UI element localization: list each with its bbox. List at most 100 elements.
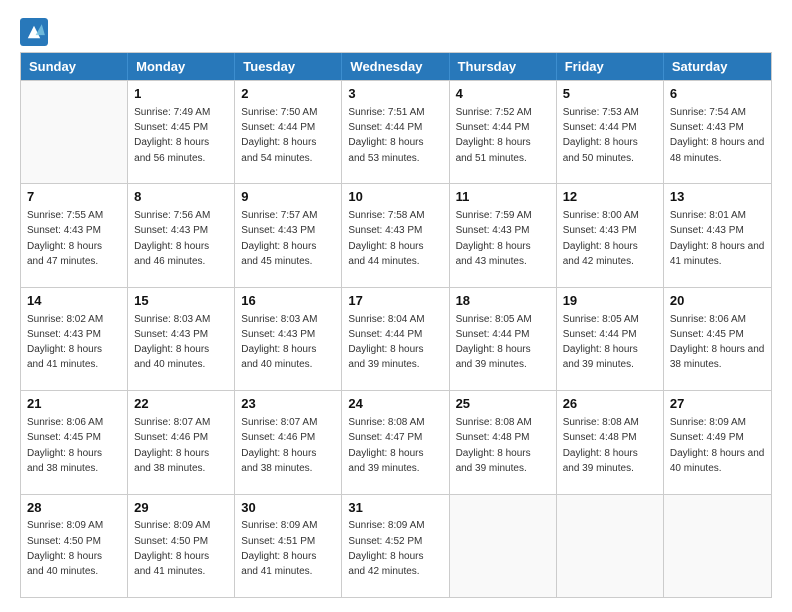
day-number: 8: [134, 188, 228, 207]
day-cell-18: 18 Sunrise: 8:05 AMSunset: 4:44 PMDaylig…: [450, 288, 557, 390]
header-day-thursday: Thursday: [450, 53, 557, 80]
day-cell-10: 10 Sunrise: 7:58 AMSunset: 4:43 PMDaylig…: [342, 184, 449, 286]
day-number: 20: [670, 292, 765, 311]
day-cell-31: 31 Sunrise: 8:09 AMSunset: 4:52 PMDaylig…: [342, 495, 449, 597]
day-cell-26: 26 Sunrise: 8:08 AMSunset: 4:48 PMDaylig…: [557, 391, 664, 493]
day-cell-5: 5 Sunrise: 7:53 AMSunset: 4:44 PMDayligh…: [557, 81, 664, 183]
cell-info: Sunrise: 8:08 AMSunset: 4:48 PMDaylight:…: [456, 417, 532, 474]
day-cell-28: 28 Sunrise: 8:09 AMSunset: 4:50 PMDaylig…: [21, 495, 128, 597]
day-number: 17: [348, 292, 442, 311]
cell-info: Sunrise: 8:06 AMSunset: 4:45 PMDaylight:…: [670, 314, 765, 371]
day-cell-1: 1 Sunrise: 7:49 AMSunset: 4:45 PMDayligh…: [128, 81, 235, 183]
day-number: 21: [27, 395, 121, 414]
cell-info: Sunrise: 8:04 AMSunset: 4:44 PMDaylight:…: [348, 314, 424, 371]
day-number: 1: [134, 85, 228, 104]
cell-info: Sunrise: 8:09 AMSunset: 4:52 PMDaylight:…: [348, 520, 424, 577]
cell-info: Sunrise: 8:03 AMSunset: 4:43 PMDaylight:…: [134, 314, 210, 371]
cell-info: Sunrise: 8:02 AMSunset: 4:43 PMDaylight:…: [27, 314, 103, 371]
day-number: 23: [241, 395, 335, 414]
week-row-1: 1 Sunrise: 7:49 AMSunset: 4:45 PMDayligh…: [21, 80, 771, 183]
day-cell-30: 30 Sunrise: 8:09 AMSunset: 4:51 PMDaylig…: [235, 495, 342, 597]
day-cell-19: 19 Sunrise: 8:05 AMSunset: 4:44 PMDaylig…: [557, 288, 664, 390]
header-day-monday: Monday: [128, 53, 235, 80]
cell-info: Sunrise: 7:52 AMSunset: 4:44 PMDaylight:…: [456, 107, 532, 164]
day-cell-29: 29 Sunrise: 8:09 AMSunset: 4:50 PMDaylig…: [128, 495, 235, 597]
day-cell-12: 12 Sunrise: 8:00 AMSunset: 4:43 PMDaylig…: [557, 184, 664, 286]
logo: [20, 18, 52, 46]
day-number: 22: [134, 395, 228, 414]
day-cell-4: 4 Sunrise: 7:52 AMSunset: 4:44 PMDayligh…: [450, 81, 557, 183]
calendar-header: SundayMondayTuesdayWednesdayThursdayFrid…: [21, 53, 771, 80]
cell-info: Sunrise: 7:56 AMSunset: 4:43 PMDaylight:…: [134, 210, 210, 267]
cell-info: Sunrise: 7:54 AMSunset: 4:43 PMDaylight:…: [670, 107, 765, 164]
day-number: 10: [348, 188, 442, 207]
day-cell-27: 27 Sunrise: 8:09 AMSunset: 4:49 PMDaylig…: [664, 391, 771, 493]
day-number: 31: [348, 499, 442, 518]
day-cell-2: 2 Sunrise: 7:50 AMSunset: 4:44 PMDayligh…: [235, 81, 342, 183]
day-cell-11: 11 Sunrise: 7:59 AMSunset: 4:43 PMDaylig…: [450, 184, 557, 286]
cell-info: Sunrise: 8:06 AMSunset: 4:45 PMDaylight:…: [27, 417, 103, 474]
day-number: 24: [348, 395, 442, 414]
day-cell-23: 23 Sunrise: 8:07 AMSunset: 4:46 PMDaylig…: [235, 391, 342, 493]
day-number: 14: [27, 292, 121, 311]
week-row-4: 21 Sunrise: 8:06 AMSunset: 4:45 PMDaylig…: [21, 390, 771, 493]
day-cell-7: 7 Sunrise: 7:55 AMSunset: 4:43 PMDayligh…: [21, 184, 128, 286]
day-number: 18: [456, 292, 550, 311]
cell-info: Sunrise: 8:07 AMSunset: 4:46 PMDaylight:…: [134, 417, 210, 474]
cell-info: Sunrise: 7:51 AMSunset: 4:44 PMDaylight:…: [348, 107, 424, 164]
page: SundayMondayTuesdayWednesdayThursdayFrid…: [0, 0, 792, 612]
day-number: 3: [348, 85, 442, 104]
empty-cell: [664, 495, 771, 597]
cell-info: Sunrise: 7:57 AMSunset: 4:43 PMDaylight:…: [241, 210, 317, 267]
cell-info: Sunrise: 7:50 AMSunset: 4:44 PMDaylight:…: [241, 107, 317, 164]
cell-info: Sunrise: 7:49 AMSunset: 4:45 PMDaylight:…: [134, 107, 210, 164]
day-cell-21: 21 Sunrise: 8:06 AMSunset: 4:45 PMDaylig…: [21, 391, 128, 493]
day-number: 16: [241, 292, 335, 311]
cell-info: Sunrise: 8:03 AMSunset: 4:43 PMDaylight:…: [241, 314, 317, 371]
day-cell-13: 13 Sunrise: 8:01 AMSunset: 4:43 PMDaylig…: [664, 184, 771, 286]
cell-info: Sunrise: 7:59 AMSunset: 4:43 PMDaylight:…: [456, 210, 532, 267]
day-cell-24: 24 Sunrise: 8:08 AMSunset: 4:47 PMDaylig…: [342, 391, 449, 493]
cell-info: Sunrise: 8:00 AMSunset: 4:43 PMDaylight:…: [563, 210, 639, 267]
empty-cell: [557, 495, 664, 597]
header-day-sunday: Sunday: [21, 53, 128, 80]
day-number: 29: [134, 499, 228, 518]
day-cell-15: 15 Sunrise: 8:03 AMSunset: 4:43 PMDaylig…: [128, 288, 235, 390]
week-row-2: 7 Sunrise: 7:55 AMSunset: 4:43 PMDayligh…: [21, 183, 771, 286]
day-cell-22: 22 Sunrise: 8:07 AMSunset: 4:46 PMDaylig…: [128, 391, 235, 493]
day-number: 30: [241, 499, 335, 518]
cell-info: Sunrise: 8:09 AMSunset: 4:50 PMDaylight:…: [27, 520, 103, 577]
cell-info: Sunrise: 7:55 AMSunset: 4:43 PMDaylight:…: [27, 210, 103, 267]
day-number: 5: [563, 85, 657, 104]
cell-info: Sunrise: 7:58 AMSunset: 4:43 PMDaylight:…: [348, 210, 424, 267]
day-cell-17: 17 Sunrise: 8:04 AMSunset: 4:44 PMDaylig…: [342, 288, 449, 390]
day-number: 4: [456, 85, 550, 104]
day-cell-20: 20 Sunrise: 8:06 AMSunset: 4:45 PMDaylig…: [664, 288, 771, 390]
day-cell-6: 6 Sunrise: 7:54 AMSunset: 4:43 PMDayligh…: [664, 81, 771, 183]
header-day-friday: Friday: [557, 53, 664, 80]
cell-info: Sunrise: 8:09 AMSunset: 4:51 PMDaylight:…: [241, 520, 317, 577]
cell-info: Sunrise: 8:05 AMSunset: 4:44 PMDaylight:…: [563, 314, 639, 371]
day-cell-16: 16 Sunrise: 8:03 AMSunset: 4:43 PMDaylig…: [235, 288, 342, 390]
day-cell-9: 9 Sunrise: 7:57 AMSunset: 4:43 PMDayligh…: [235, 184, 342, 286]
cell-info: Sunrise: 8:08 AMSunset: 4:47 PMDaylight:…: [348, 417, 424, 474]
week-row-5: 28 Sunrise: 8:09 AMSunset: 4:50 PMDaylig…: [21, 494, 771, 597]
calendar: SundayMondayTuesdayWednesdayThursdayFrid…: [20, 52, 772, 598]
header-day-wednesday: Wednesday: [342, 53, 449, 80]
day-number: 6: [670, 85, 765, 104]
day-number: 9: [241, 188, 335, 207]
cell-info: Sunrise: 8:09 AMSunset: 4:50 PMDaylight:…: [134, 520, 210, 577]
cell-info: Sunrise: 8:09 AMSunset: 4:49 PMDaylight:…: [670, 417, 765, 474]
day-cell-25: 25 Sunrise: 8:08 AMSunset: 4:48 PMDaylig…: [450, 391, 557, 493]
day-cell-14: 14 Sunrise: 8:02 AMSunset: 4:43 PMDaylig…: [21, 288, 128, 390]
cell-info: Sunrise: 8:01 AMSunset: 4:43 PMDaylight:…: [670, 210, 765, 267]
day-number: 19: [563, 292, 657, 311]
empty-cell: [450, 495, 557, 597]
top-section: [20, 18, 772, 46]
day-number: 2: [241, 85, 335, 104]
day-number: 28: [27, 499, 121, 518]
logo-icon: [20, 18, 48, 46]
day-number: 26: [563, 395, 657, 414]
header-day-saturday: Saturday: [664, 53, 771, 80]
day-number: 13: [670, 188, 765, 207]
